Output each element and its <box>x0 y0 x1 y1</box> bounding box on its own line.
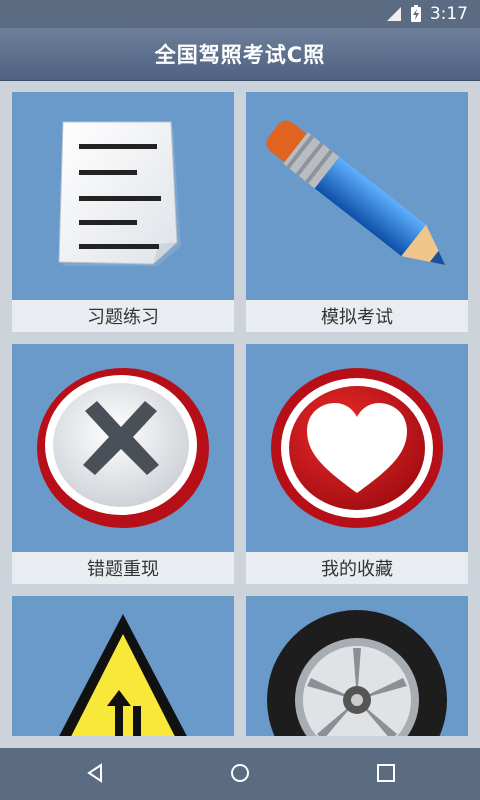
menu-item-label: 我的收藏 <box>246 552 468 584</box>
menu-item-label: 习题练习 <box>12 300 234 332</box>
home-icon[interactable] <box>229 762 251 784</box>
menu-item-label: 错题重现 <box>12 552 234 584</box>
traffic-warning-sign-icon <box>12 596 234 736</box>
heart-icon <box>246 344 468 552</box>
tire-icon <box>246 596 468 736</box>
recents-icon[interactable] <box>375 762 397 784</box>
back-icon[interactable] <box>84 762 106 784</box>
menu-item-traffic-signs[interactable] <box>12 596 234 736</box>
status-bar: 3:17 <box>0 0 480 28</box>
page-title: 全国驾照考试C照 <box>154 43 326 67</box>
menu-item-label: 模拟考试 <box>246 300 468 332</box>
menu-item-wrong-questions[interactable]: 错题重现 <box>12 344 234 584</box>
menu-grid: 习题练习 模拟考试 错题重现 我的收藏 <box>0 80 480 736</box>
menu-item-mock-exam[interactable]: 模拟考试 <box>246 92 468 332</box>
signal-icon <box>387 7 401 21</box>
app-bar: 全国驾照考试C照 <box>0 28 480 81</box>
menu-item-vehicle[interactable] <box>246 596 468 736</box>
menu-item-practice[interactable]: 习题练习 <box>12 92 234 332</box>
clock: 3:17 <box>429 4 468 24</box>
battery-charging-icon <box>411 5 421 22</box>
document-icon <box>12 92 234 300</box>
x-mark-icon <box>12 344 234 552</box>
menu-item-favorites[interactable]: 我的收藏 <box>246 344 468 584</box>
navigation-bar <box>0 748 480 800</box>
pencil-icon <box>246 92 468 300</box>
